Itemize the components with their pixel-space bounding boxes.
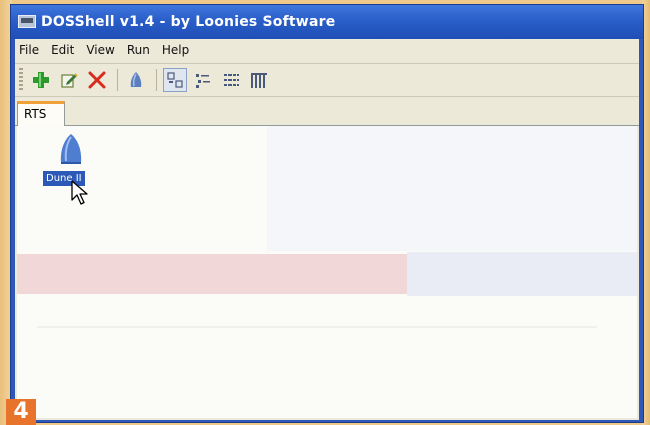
details-view-icon [251,73,267,88]
large-icons-view-button[interactable] [163,68,187,92]
menu-bar: File Edit View Run Help [15,39,639,61]
game-shortcut-icon [60,134,82,164]
background-bleed-band [407,252,637,296]
menu-view[interactable]: View [80,43,120,57]
toolbar-separator [117,69,118,91]
large-icons-view-icon [167,72,183,88]
edit-game-button[interactable] [57,68,81,92]
toolbar [15,63,639,97]
mouse-cursor-icon [71,180,88,205]
game-item-dune-ii[interactable] [51,132,91,166]
step-number-badge: 4 [6,399,36,425]
run-game-button[interactable] [124,68,148,92]
add-game-button[interactable] [29,68,53,92]
menu-run[interactable]: Run [121,43,156,57]
run-icon [130,72,142,87]
list-view-icon [224,74,239,86]
add-icon [33,72,49,88]
delete-icon [88,71,106,89]
menu-help[interactable]: Help [156,43,195,57]
details-view-button[interactable] [247,68,271,92]
category-tab-strip: RTS [15,99,639,126]
edit-icon [61,73,78,88]
background-bleed [267,126,637,251]
menu-edit[interactable]: Edit [45,43,80,57]
title-bar[interactable]: DOSShell v1.4 - by Loonies Software [11,5,643,39]
window-client-area: File Edit View Run Help RTS Dune II [15,39,639,420]
delete-game-button[interactable] [85,68,109,92]
tab-rts[interactable]: RTS [17,101,66,126]
small-icons-view-icon [196,74,210,88]
window-title: DOSShell v1.4 - by Loonies Software [41,14,336,30]
app-window: DOSShell v1.4 - by Loonies Software File… [10,4,644,423]
small-icons-view-button[interactable] [191,68,215,92]
games-list-view[interactable]: Dune II [17,126,637,418]
app-icon[interactable] [18,15,36,28]
menu-file[interactable]: File [15,43,45,57]
background-bleed-line [37,326,597,328]
toolbar-separator [156,69,157,91]
toolbar-grip[interactable] [19,68,23,92]
list-view-button[interactable] [219,68,243,92]
